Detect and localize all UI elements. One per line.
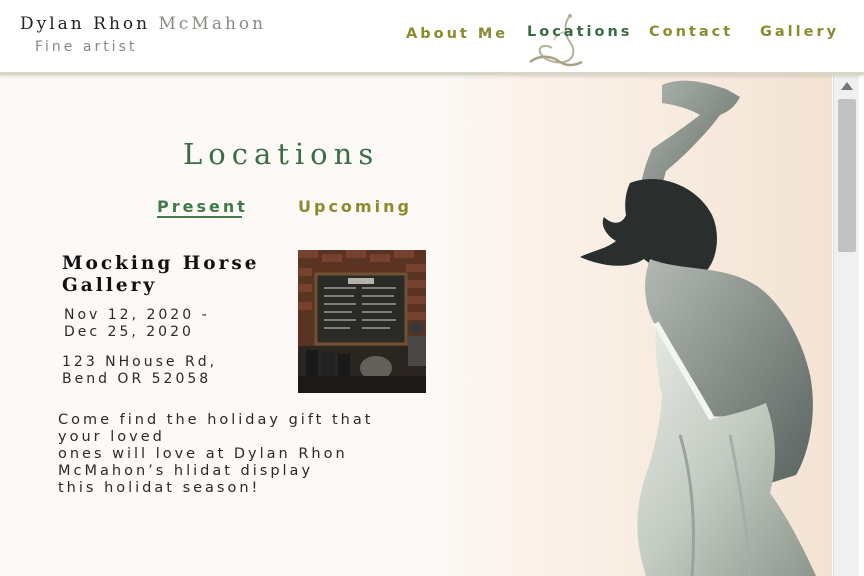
event-dates: Nov 12, 2020 - Dec 25, 2020 — [64, 307, 284, 341]
site-header: Dylan Rhon McMahon Fine artist About Me … — [0, 0, 864, 75]
description-line: your loved — [58, 429, 165, 445]
nav-gallery[interactable]: Gallery — [760, 24, 839, 40]
window-edge — [859, 75, 864, 576]
event-description: Come find the holiday gift that your lov… — [58, 412, 438, 497]
venue-address: 123 NHouse Rd, Bend OR 52058 — [62, 354, 282, 388]
page-title: Locations — [183, 137, 380, 171]
venue-address-line-1: 123 NHouse Rd, — [62, 354, 218, 370]
scroll-up-arrow-icon[interactable] — [841, 82, 853, 90]
tab-upcoming[interactable]: Upcoming — [298, 197, 412, 216]
event-dates-line-2: Dec 25, 2020 — [64, 324, 194, 340]
artist-name-first: Dylan Rhon — [20, 14, 151, 34]
description-line: McMahon’s hlidat display — [58, 463, 314, 479]
venue-name-line-2: Gallery — [62, 275, 158, 296]
scrollbar-thumb[interactable] — [838, 99, 856, 252]
description-line: ones will love at Dylan Rhon — [58, 446, 348, 462]
description-line: Come find the holiday gift that — [58, 412, 374, 428]
tab-present[interactable]: Present — [157, 197, 248, 218]
venue-name-line-1: Mocking Horse — [62, 253, 260, 274]
nav-contact[interactable]: Contact — [649, 24, 733, 40]
venue-name: Mocking Horse Gallery — [62, 253, 282, 297]
venue-photo — [298, 250, 426, 393]
tab-present-label: Present — [157, 197, 248, 216]
vertical-scrollbar[interactable] — [833, 75, 860, 576]
artist-name[interactable]: Dylan Rhon McMahon — [20, 14, 266, 34]
venue-address-line-2: Bend OR 52058 — [62, 371, 212, 387]
artist-name-last: McMahon — [158, 14, 267, 34]
artist-tagline: Fine artist — [35, 39, 138, 55]
active-tab-underline — [157, 216, 242, 218]
dancer-painting — [430, 75, 832, 576]
nav-about-me[interactable]: About Me — [406, 26, 508, 42]
page-content: Locations Present Upcoming Mocking Horse… — [0, 75, 832, 576]
swirl-ornament-icon — [529, 14, 583, 67]
event-dates-line-1: Nov 12, 2020 - — [64, 307, 210, 323]
nav-locations[interactable]: Locations — [527, 24, 632, 40]
description-line: this holidat season! — [58, 480, 261, 496]
